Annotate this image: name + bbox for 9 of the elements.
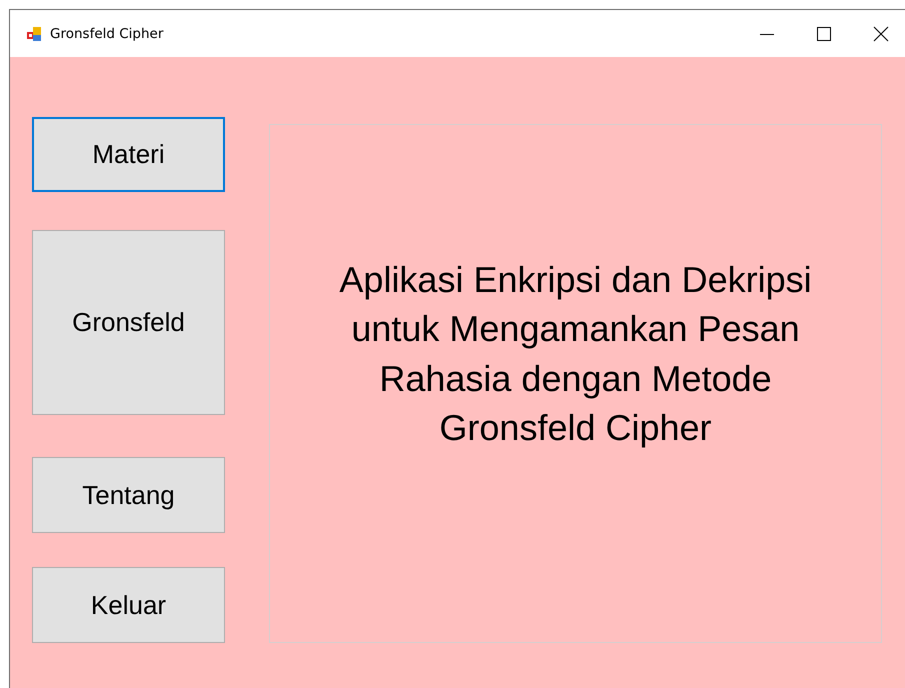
app-description: Aplikasi Enkripsi dan Dekripsi untuk Mengamankan Pesan Rahasia dengan Metode Gronsfeld Cipher — [338, 258, 813, 450]
menu-button[interactable]: Keluar — [32, 567, 225, 643]
menu-button[interactable]: Gronsfeld — [32, 230, 225, 415]
window-title: Gronsfeld Cipher — [50, 26, 164, 42]
menu-button[interactable]: Tentang — [32, 457, 225, 533]
maximize-icon[interactable] — [816, 26, 832, 42]
close-icon[interactable] — [873, 26, 889, 42]
app-icon — [26, 26, 42, 42]
menu-button[interactable]: Materi — [32, 117, 225, 192]
